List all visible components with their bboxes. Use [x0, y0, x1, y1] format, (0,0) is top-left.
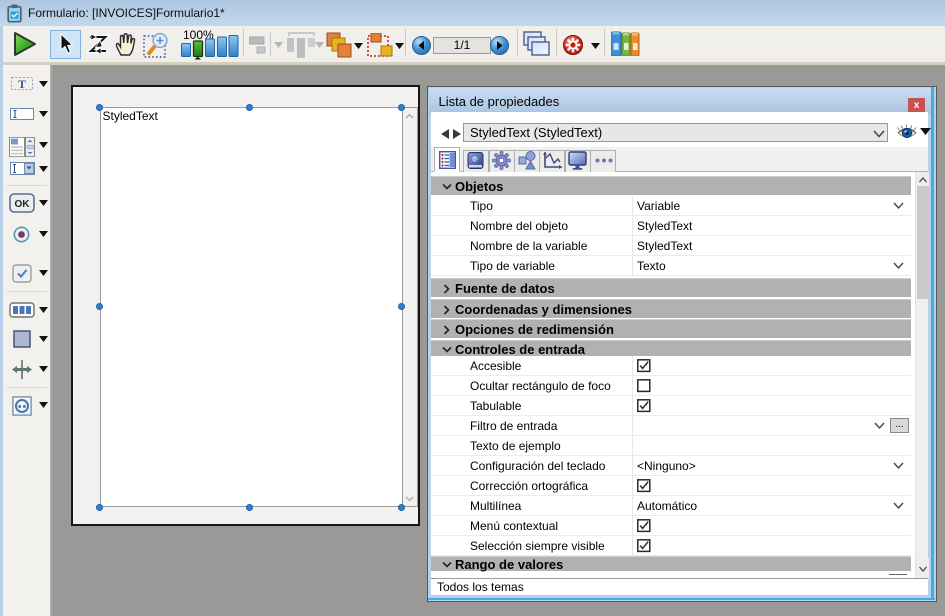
svg-text:-0: -0	[473, 157, 477, 162]
svg-text:T: T	[18, 77, 26, 90]
svg-text:OK: OK	[15, 199, 31, 210]
